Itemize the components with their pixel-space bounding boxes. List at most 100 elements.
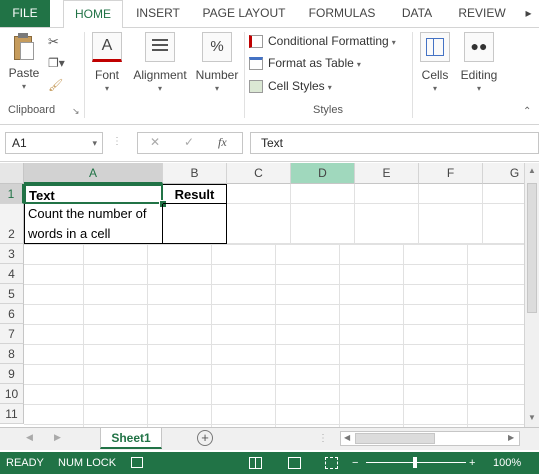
chevron-down-icon: ▾ <box>476 84 481 93</box>
formula-bar: A1 ▾ ⋮ ✕ ✓ fx Text <box>0 125 539 162</box>
scroll-up-icon[interactable]: ▲ <box>528 166 536 175</box>
column-header-c[interactable]: C <box>227 163 291 184</box>
sheet-tab-bar: ◀ ▶ Sheet1 + ⋮ ◀ ▶ <box>0 427 539 450</box>
sheet-scroll-left-icon[interactable]: ◀ <box>26 432 33 443</box>
worksheet-grid: A B C D E F G 1 2 3 4 5 6 7 8 9 10 11 Te… <box>0 163 524 427</box>
row-header-2[interactable]: 2 <box>0 204 24 244</box>
cells-button[interactable]: Cells ▾ <box>416 32 454 93</box>
status-bar: READY NUM LOCK − + 100% <box>0 452 539 474</box>
insert-function-icon[interactable]: fx <box>218 135 227 150</box>
cell-c2[interactable] <box>227 204 291 244</box>
cell-a2-line1: Count the number of <box>28 206 147 221</box>
cell-a1[interactable]: Text <box>24 184 163 204</box>
cell-b2[interactable] <box>163 204 227 244</box>
formula-input[interactable]: Text <box>250 132 539 154</box>
enter-icon[interactable]: ✓ <box>184 135 194 149</box>
alignment-button[interactable]: Alignment ▾ <box>130 32 190 93</box>
cell-e1[interactable] <box>355 184 419 204</box>
cell-g1[interactable] <box>483 184 524 204</box>
tab-data[interactable]: DATA <box>392 0 442 27</box>
chevron-down-icon[interactable]: ▾ <box>92 133 97 153</box>
cell-c1[interactable] <box>227 184 291 204</box>
cut-icon[interactable]: ✂ <box>48 34 59 50</box>
column-header-g[interactable]: G <box>483 163 524 184</box>
sheet-scroll-right-icon[interactable]: ▶ <box>54 432 61 443</box>
normal-view-icon[interactable] <box>249 457 262 469</box>
cell-d2[interactable] <box>291 204 355 244</box>
horizontal-scroll-thumb[interactable] <box>355 433 435 444</box>
format-as-table-icon <box>249 57 263 71</box>
format-painter-icon[interactable]: 🖌 <box>48 78 63 92</box>
zoom-out-icon[interactable]: − <box>352 452 358 474</box>
row-header-7[interactable]: 7 <box>0 324 24 344</box>
vertical-scroll-thumb[interactable] <box>527 183 537 313</box>
column-header-d[interactable]: D <box>291 163 355 184</box>
copy-icon[interactable]: ❐▾ <box>48 56 65 70</box>
cell-e2[interactable] <box>355 204 419 244</box>
name-box[interactable]: A1 ▾ <box>5 132 103 154</box>
number-button[interactable]: % Number ▾ <box>194 32 240 93</box>
editing-button[interactable]: ●● Editing ▾ <box>458 32 500 93</box>
tab-review[interactable]: REVIEW <box>452 0 512 27</box>
scroll-down-icon[interactable]: ▼ <box>528 413 536 422</box>
row-header-11[interactable]: 11 <box>0 404 24 424</box>
tab-page-layout[interactable]: PAGE LAYOUT <box>196 0 292 27</box>
row-header-9[interactable]: 9 <box>0 364 24 384</box>
clipboard-group-label: Clipboard <box>8 104 56 116</box>
column-header-b[interactable]: B <box>163 163 227 184</box>
tab-home[interactable]: HOME <box>63 0 123 29</box>
conditional-formatting-button[interactable]: Conditional Formatting ▾ <box>249 31 396 51</box>
row-header-8[interactable]: 8 <box>0 344 24 364</box>
more-options-icon: ⋮ <box>318 433 328 444</box>
collapse-ribbon-icon[interactable]: ⌃ <box>523 106 531 117</box>
tab-insert[interactable]: INSERT <box>130 0 186 27</box>
font-button[interactable]: A Font ▾ <box>88 32 126 93</box>
macro-record-icon[interactable] <box>131 457 143 468</box>
status-num-lock: NUM LOCK <box>58 457 117 469</box>
cells-label: Cells <box>421 68 449 82</box>
cell-b1[interactable]: Result <box>163 184 227 204</box>
horizontal-scrollbar[interactable]: ◀ ▶ <box>340 431 520 446</box>
vertical-scrollbar[interactable]: ▲ ▼ <box>524 163 539 427</box>
sheet-tab-sheet1[interactable]: Sheet1 <box>100 428 162 449</box>
cell-g2[interactable] <box>483 204 524 244</box>
tab-scroll-right-icon[interactable]: ▸ <box>518 0 539 27</box>
cell-f1[interactable] <box>419 184 483 204</box>
row-header-3[interactable]: 3 <box>0 244 24 264</box>
add-sheet-icon[interactable]: + <box>197 430 213 446</box>
row-header-10[interactable]: 10 <box>0 384 24 404</box>
percent-icon: % <box>202 32 232 62</box>
paste-label: Paste <box>8 66 40 80</box>
row-header-1[interactable]: 1 <box>0 184 24 204</box>
dialog-launcher-icon[interactable]: ↘ <box>72 106 80 117</box>
column-header-f[interactable]: F <box>419 163 483 184</box>
column-header-e[interactable]: E <box>355 163 419 184</box>
format-as-table-button[interactable]: Format as Table ▾ <box>249 53 361 73</box>
select-all-corner[interactable] <box>0 163 24 184</box>
tab-file[interactable]: FILE <box>0 0 50 27</box>
scroll-right-icon[interactable]: ▶ <box>508 433 514 442</box>
zoom-slider-thumb[interactable] <box>413 457 417 468</box>
ribbon-tab-bar: FILE HOME INSERT PAGE LAYOUT FORMULAS DA… <box>0 0 539 29</box>
cell-f2[interactable] <box>419 204 483 244</box>
row-header-5[interactable]: 5 <box>0 284 24 304</box>
cell-styles-button[interactable]: Cell Styles ▾ <box>249 76 332 96</box>
row-header-4[interactable]: 4 <box>0 264 24 284</box>
row-header-6[interactable]: 6 <box>0 304 24 324</box>
scroll-left-icon[interactable]: ◀ <box>344 433 350 442</box>
tab-formulas[interactable]: FORMULAS <box>302 0 382 27</box>
paste-button[interactable]: Paste ▾ <box>6 32 42 91</box>
page-layout-view-icon[interactable] <box>288 457 301 469</box>
zoom-in-icon[interactable]: + <box>469 452 475 474</box>
cancel-icon[interactable]: ✕ <box>150 135 160 149</box>
number-label: Number <box>195 68 239 82</box>
binoculars-icon: ●● <box>464 32 494 62</box>
font-icon: A <box>92 32 122 62</box>
cell-d1[interactable] <box>291 184 355 204</box>
chevron-down-icon: ▾ <box>21 82 26 91</box>
cell-a2[interactable]: Count the number of words in a cell <box>24 204 163 244</box>
zoom-level[interactable]: 100% <box>493 452 521 474</box>
column-header-a[interactable]: A <box>24 163 163 184</box>
page-break-view-icon[interactable] <box>325 457 338 469</box>
styles-group-label: Styles <box>313 104 343 116</box>
